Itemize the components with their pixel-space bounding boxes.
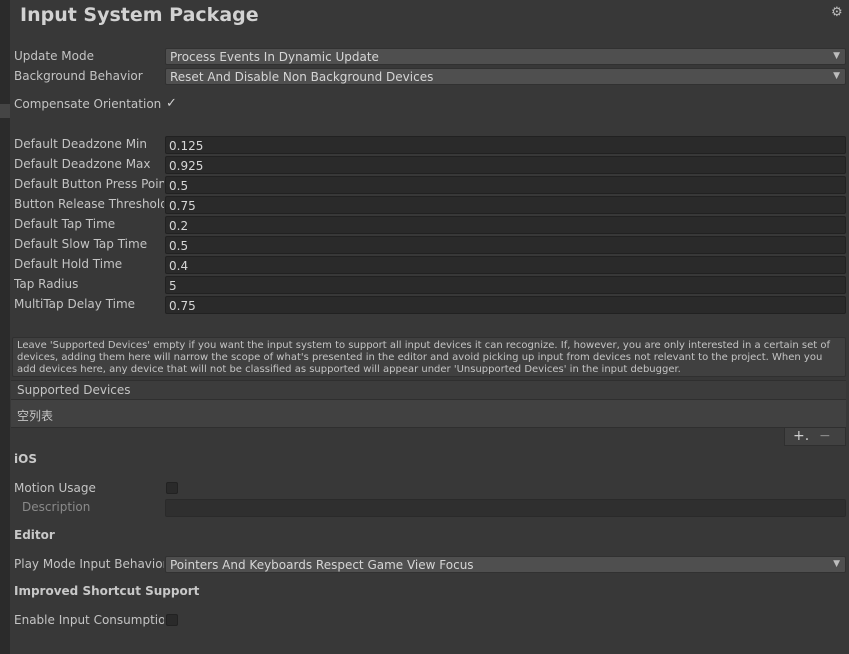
- chevron-down-icon: ▼: [833, 51, 840, 61]
- page-title: Input System Package: [20, 4, 259, 26]
- add-device-button[interactable]: +.: [793, 428, 809, 444]
- field-label: Default Button Press Point: [14, 177, 164, 191]
- update-mode-label: Update Mode: [14, 49, 94, 63]
- field-label: Default Slow Tap Time: [14, 237, 148, 251]
- field-value: 0.125: [169, 139, 204, 153]
- field-label: Button Release Threshold: [14, 197, 164, 211]
- background-behavior-label: Background Behavior: [14, 69, 143, 83]
- description-label: Description: [22, 500, 91, 514]
- description-field[interactable]: [165, 499, 846, 517]
- tap-radius-field[interactable]: 5: [165, 276, 846, 294]
- supported-devices-list: 空列表: [11, 400, 846, 428]
- field-value: 0.2: [169, 219, 189, 233]
- field-label: Default Tap Time: [14, 217, 116, 231]
- deadzone-max-field[interactable]: 0.925: [165, 156, 846, 174]
- field-value: 0.4: [169, 259, 189, 273]
- supported-devices-header: Supported Devices: [11, 380, 846, 400]
- field-value: 0.5: [169, 239, 189, 253]
- field-value: 0.925: [169, 159, 204, 173]
- gutter-marker: [0, 104, 10, 118]
- field-value: 0.75: [169, 299, 196, 313]
- list-footer: +. −: [784, 428, 846, 446]
- supported-devices-help: Leave 'Supported Devices' empty if you w…: [12, 337, 846, 377]
- remove-device-button[interactable]: −: [819, 428, 831, 444]
- button-release-threshold-field[interactable]: 0.75: [165, 196, 846, 214]
- editor-section-title: Editor: [14, 528, 55, 542]
- enable-consumption-label: Enable Input Consumption: [14, 613, 164, 627]
- field-label: MultiTap Delay Time: [14, 297, 136, 311]
- deadzone-min-field[interactable]: 0.125: [165, 136, 846, 154]
- play-mode-value: Pointers And Keyboards Respect Game View…: [170, 558, 474, 572]
- ios-section-title: iOS: [14, 452, 37, 466]
- multitap-delay-field[interactable]: 0.75: [165, 296, 846, 314]
- button-press-point-field[interactable]: 0.5: [165, 176, 846, 194]
- motion-usage-checkbox[interactable]: [166, 482, 178, 494]
- hold-time-field[interactable]: 0.4: [165, 256, 846, 274]
- motion-usage-label: Motion Usage: [14, 481, 96, 495]
- shortcut-section-title: Improved Shortcut Support: [14, 584, 200, 598]
- field-label: Default Deadzone Min: [14, 137, 147, 151]
- field-value: 5: [169, 279, 177, 293]
- tap-time-field[interactable]: 0.2: [165, 216, 846, 234]
- slow-tap-time-field[interactable]: 0.5: [165, 236, 846, 254]
- field-label: Default Deadzone Max: [14, 157, 151, 171]
- field-value: 0.75: [169, 199, 196, 213]
- field-label: Default Hold Time: [14, 257, 123, 271]
- background-behavior-dropdown[interactable]: Reset And Disable Non Background Devices…: [165, 68, 846, 85]
- compensate-orientation-checkbox[interactable]: ✓: [166, 96, 177, 111]
- chevron-down-icon: ▼: [833, 559, 840, 569]
- play-mode-dropdown[interactable]: Pointers And Keyboards Respect Game View…: [165, 556, 846, 573]
- background-behavior-value: Reset And Disable Non Background Devices: [170, 70, 434, 84]
- compensate-orientation-label: Compensate Orientation: [14, 97, 162, 111]
- update-mode-dropdown[interactable]: Process Events In Dynamic Update ▼: [165, 48, 846, 65]
- empty-list-text: 空列表: [17, 409, 54, 423]
- chevron-down-icon: ▼: [833, 71, 840, 81]
- update-mode-value: Process Events In Dynamic Update: [170, 50, 379, 64]
- field-value: 0.5: [169, 179, 189, 193]
- field-label: Tap Radius: [14, 277, 79, 291]
- enable-consumption-checkbox[interactable]: [166, 614, 178, 626]
- supported-devices-title: Supported Devices: [17, 383, 131, 397]
- left-gutter: [0, 0, 10, 654]
- play-mode-label: Play Mode Input Behavior: [14, 557, 164, 571]
- gear-icon[interactable]: ⚙: [831, 5, 843, 20]
